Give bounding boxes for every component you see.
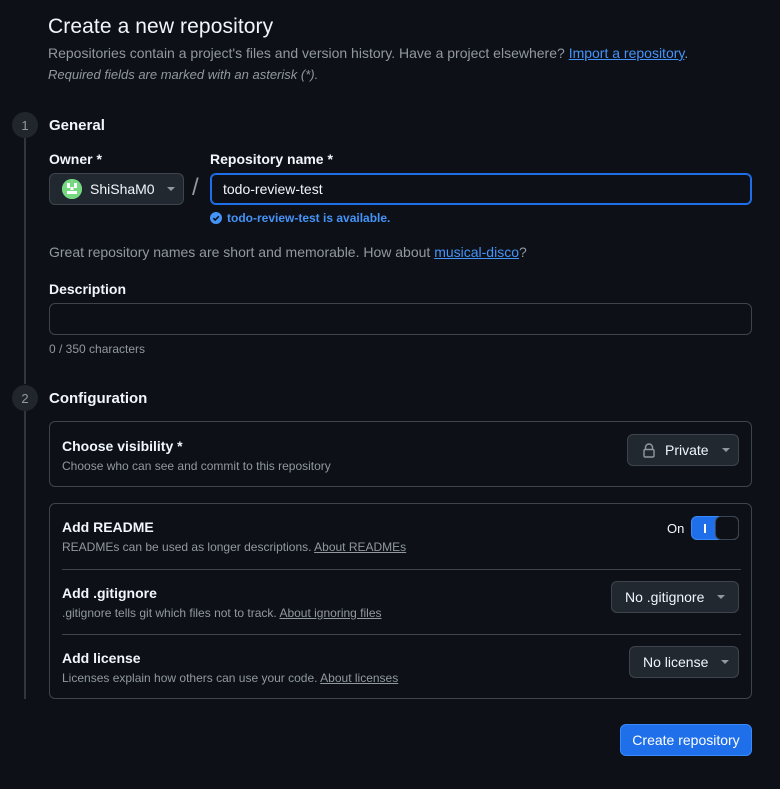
import-repository-link[interactable]: Import a repository bbox=[569, 45, 685, 61]
suggestion-link[interactable]: musical-disco bbox=[434, 244, 519, 260]
license-value: No license bbox=[643, 654, 709, 670]
readme-title: Add README bbox=[62, 519, 154, 535]
repo-name-value: todo-review-test bbox=[223, 181, 323, 197]
license-title: Add license bbox=[62, 650, 141, 666]
about-licenses-link[interactable]: About licenses bbox=[320, 671, 398, 685]
license-select[interactable]: No license bbox=[629, 646, 739, 678]
repo-name-input[interactable]: todo-review-test bbox=[210, 173, 752, 205]
chevron-down-icon bbox=[721, 660, 730, 664]
page-title: Create a new repository bbox=[48, 15, 274, 38]
readme-desc: READMEs can be used as longer descriptio… bbox=[62, 540, 406, 554]
visibility-panel: Choose visibility * Choose who can see a… bbox=[49, 421, 752, 487]
suggestion-end: ? bbox=[519, 244, 527, 260]
readme-desc-text: READMEs can be used as longer descriptio… bbox=[62, 540, 312, 554]
visibility-value: Private bbox=[665, 442, 709, 458]
divider bbox=[62, 569, 741, 570]
required-note: Required fields are marked with an aster… bbox=[48, 67, 319, 82]
owner-repo-separator: / bbox=[192, 174, 199, 201]
description-label: Description bbox=[49, 281, 127, 297]
owner-label: Owner * bbox=[49, 151, 102, 167]
availability-status: todo-review-test is available. bbox=[210, 211, 390, 225]
description-char-count: 0 / 350 characters bbox=[49, 342, 146, 356]
visibility-desc: Choose who can see and commit to this re… bbox=[62, 459, 331, 473]
readme-toggle[interactable] bbox=[691, 516, 739, 540]
step-number-1: 1 bbox=[12, 112, 38, 138]
readme-toggle-label: On bbox=[667, 521, 685, 536]
license-desc-text: Licenses explain how others can use your… bbox=[62, 671, 318, 685]
license-desc: Licenses explain how others can use your… bbox=[62, 671, 398, 685]
about-ignoring-files-link[interactable]: About ignoring files bbox=[279, 606, 381, 620]
about-readmes-link[interactable]: About READMEs bbox=[314, 540, 406, 554]
section-title-general: General bbox=[49, 117, 105, 134]
create-repository-button[interactable]: Create repository bbox=[620, 724, 752, 756]
gitignore-desc: .gitignore tells git which files not to … bbox=[62, 606, 382, 620]
chevron-down-icon bbox=[721, 448, 730, 452]
description-input[interactable] bbox=[49, 303, 752, 335]
step-rail bbox=[24, 411, 26, 699]
intro-text: Repositories contain a project's files a… bbox=[48, 45, 565, 61]
identicon-icon bbox=[62, 179, 82, 199]
divider bbox=[62, 634, 741, 635]
owner-select[interactable]: ShiShaM0 bbox=[49, 173, 184, 205]
name-suggestion: Great repository names are short and mem… bbox=[49, 244, 527, 260]
gitignore-desc-text: .gitignore tells git which files not to … bbox=[62, 606, 277, 620]
gitignore-value: No .gitignore bbox=[625, 589, 705, 605]
step-rail bbox=[24, 138, 26, 384]
step-number-2: 2 bbox=[12, 385, 38, 411]
owner-value: ShiShaM0 bbox=[90, 181, 155, 197]
availability-text: todo-review-test is available. bbox=[227, 211, 391, 225]
check-circle-icon bbox=[210, 212, 222, 224]
gitignore-title: Add .gitignore bbox=[62, 585, 157, 601]
section-title-configuration: Configuration bbox=[49, 390, 148, 407]
chevron-down-icon bbox=[166, 187, 175, 191]
intro-end: . bbox=[684, 45, 689, 61]
repo-options-panel: Add README READMEs can be used as longer… bbox=[49, 503, 752, 699]
repo-name-label: Repository name * bbox=[210, 151, 333, 167]
lock-icon bbox=[643, 442, 655, 458]
page-intro: Repositories contain a project's files a… bbox=[48, 45, 688, 61]
visibility-select[interactable]: Private bbox=[627, 434, 739, 466]
toggle-on-icon bbox=[704, 524, 706, 533]
toggle-knob bbox=[715, 516, 739, 540]
gitignore-select[interactable]: No .gitignore bbox=[611, 581, 739, 613]
avatar bbox=[62, 179, 82, 199]
suggestion-text: Great repository names are short and mem… bbox=[49, 244, 431, 260]
visibility-title: Choose visibility * bbox=[62, 438, 183, 454]
chevron-down-icon bbox=[717, 595, 726, 599]
